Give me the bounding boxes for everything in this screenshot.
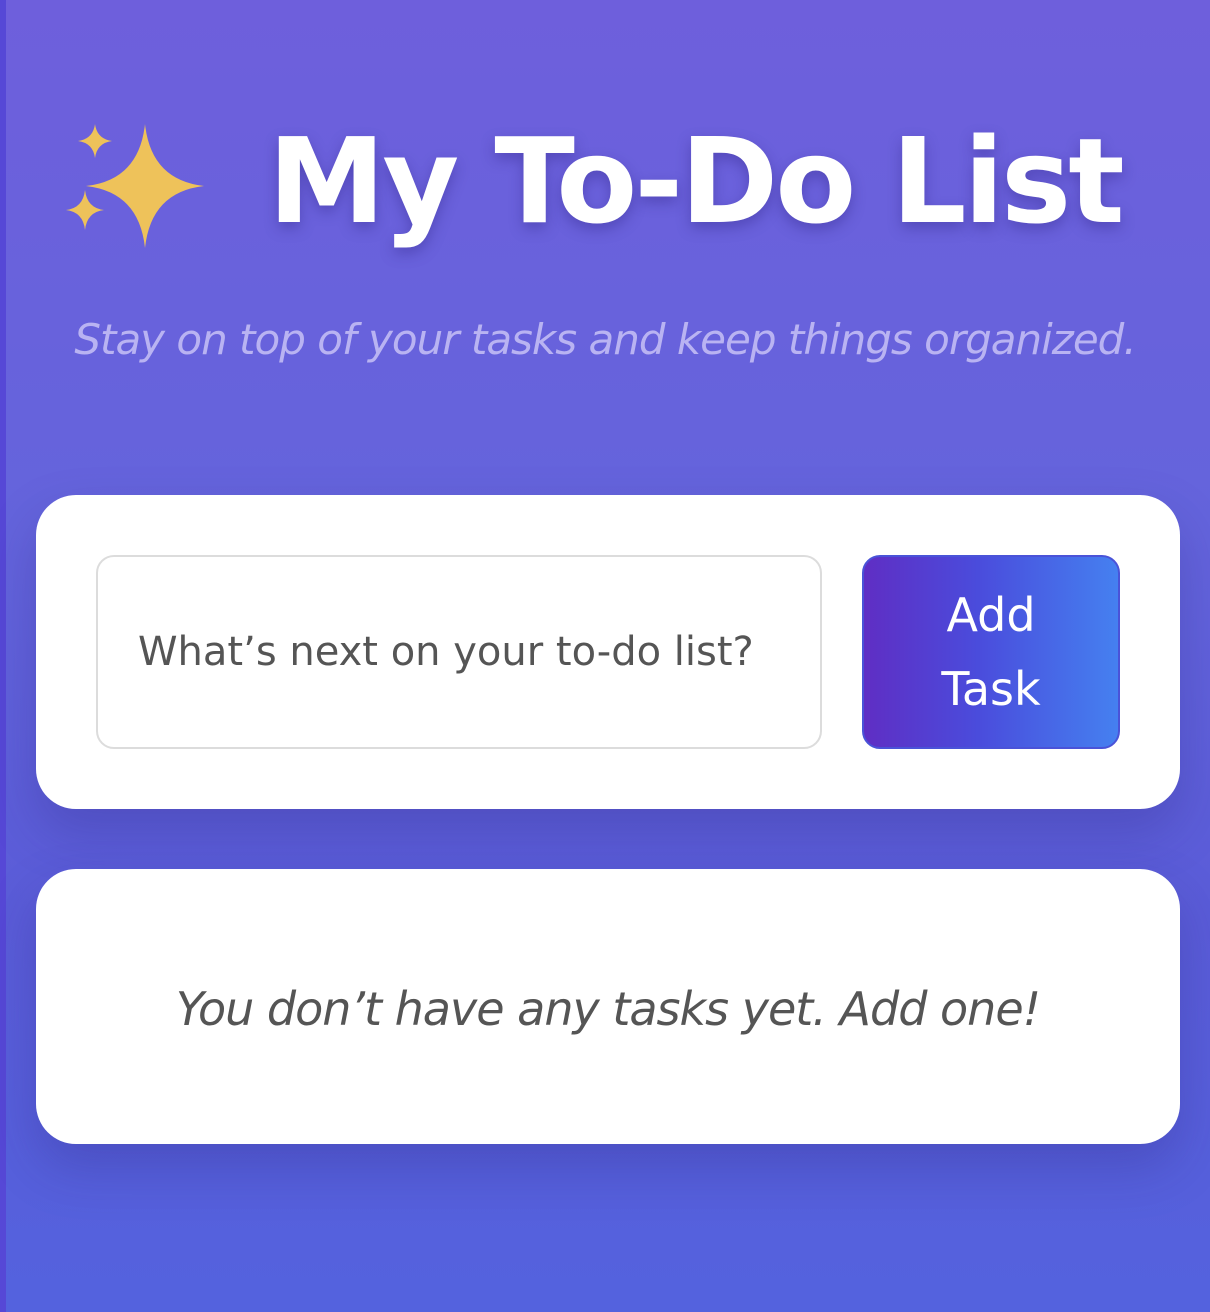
page-title: My To-Do List: [268, 112, 1125, 250]
add-task-button[interactable]: Add Task: [862, 555, 1120, 749]
task-list-card: You don’t have any tasks yet. Add one!: [36, 869, 1180, 1144]
empty-state-message: You don’t have any tasks yet. Add one!: [175, 982, 1041, 1036]
page-subtitle: Stay on top of your tasks and keep thing…: [74, 315, 1136, 364]
task-input[interactable]: [96, 555, 822, 749]
app-header: My To-Do List: [0, 100, 1210, 280]
sparkles-icon: [66, 124, 204, 248]
add-task-card: Add Task: [36, 495, 1180, 809]
